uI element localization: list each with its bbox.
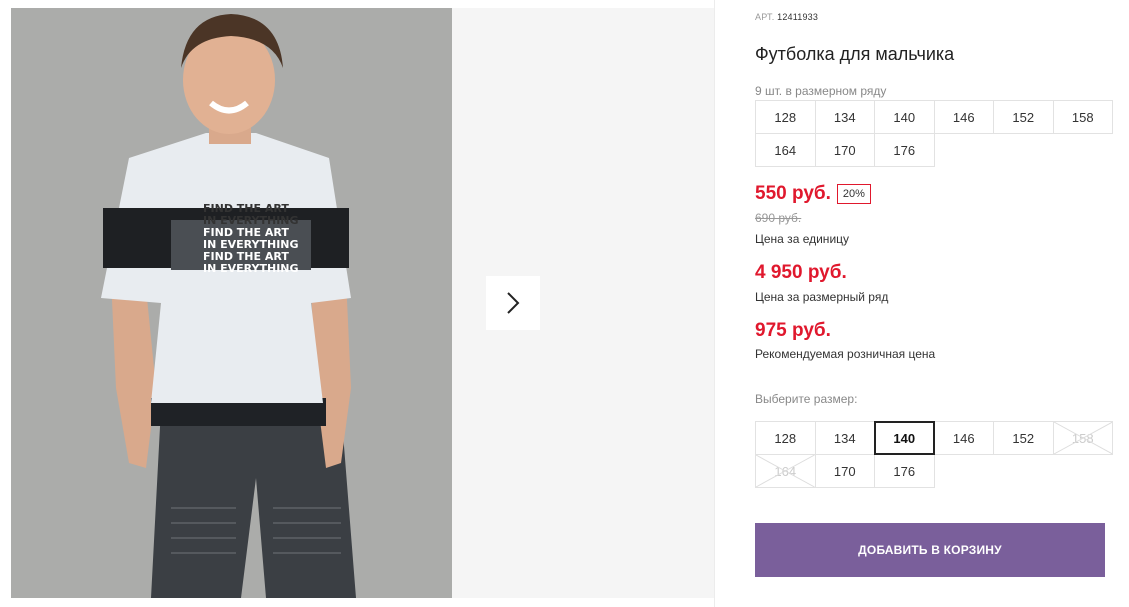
- size-option[interactable]: 128: [755, 421, 816, 455]
- size-row-cell: 134: [814, 100, 875, 134]
- product-photo[interactable]: FIND THE ART IN EVERYTHING FIND THE ART …: [11, 8, 452, 598]
- article-label: АРТ.: [755, 12, 775, 22]
- product-title: Футболка для мальчика: [755, 44, 955, 64]
- panel-divider: [714, 0, 715, 607]
- article-number: АРТ. 12411933: [755, 12, 818, 22]
- old-price: 690 руб.: [755, 211, 802, 225]
- choose-size-label: Выберите размер:: [755, 392, 858, 406]
- size-option[interactable]: 146: [933, 421, 994, 455]
- size-option[interactable]: 134: [814, 421, 875, 455]
- size-option[interactable]: 176: [874, 454, 935, 488]
- cross-out-icon: [756, 455, 815, 487]
- size-row-cell: 140: [874, 100, 935, 134]
- size-option-unavailable: 164: [755, 454, 816, 488]
- retail-price-label: Рекомендуемая розничная цена: [755, 347, 936, 361]
- size-option[interactable]: 152: [993, 421, 1054, 455]
- size-row-cell: 176: [874, 133, 935, 167]
- size-row-cell: 128: [755, 100, 816, 134]
- size-row-grid: 128 134 140 146 152 158 164 170 176: [755, 100, 1113, 167]
- chevron-right-icon: [507, 292, 520, 314]
- discount-badge: 20%: [836, 184, 871, 204]
- size-row-cell: 146: [933, 100, 994, 134]
- size-row-cell: 164: [755, 133, 816, 167]
- size-row-count: 9 шт. в размерном ряду: [755, 84, 887, 98]
- svg-text:IN EVERYTHING: IN EVERYTHING: [203, 262, 299, 275]
- gallery-next-button[interactable]: [486, 276, 540, 330]
- unit-price-label: Цена за единицу: [755, 232, 850, 246]
- article-value: 12411933: [777, 12, 819, 22]
- size-row-cell: 158: [1052, 100, 1113, 134]
- size-row-cell: 170: [814, 133, 875, 167]
- row-price: 4 950 руб.: [755, 262, 847, 283]
- row-price-label: Цена за размерный ряд: [755, 290, 889, 304]
- retail-price: 975 руб.: [755, 320, 831, 341]
- unit-price-block: 550 руб. 20%: [755, 183, 871, 205]
- unit-price: 550 руб.: [755, 183, 831, 204]
- size-selector: 128 134 140 146 152 158 164 170 176: [755, 421, 1113, 488]
- product-photo-illustration: FIND THE ART IN EVERYTHING FIND THE ART …: [11, 8, 452, 598]
- size-row-cell: 152: [993, 100, 1054, 134]
- size-option-selected[interactable]: 140: [874, 421, 935, 455]
- product-gallery: FIND THE ART IN EVERYTHING FIND THE ART …: [11, 8, 714, 598]
- size-option[interactable]: 170: [814, 454, 875, 488]
- size-option-unavailable: 158: [1052, 421, 1113, 455]
- cross-out-icon: [1053, 422, 1112, 454]
- add-to-cart-button[interactable]: ДОБАВИТЬ В КОРЗИНУ: [755, 523, 1105, 577]
